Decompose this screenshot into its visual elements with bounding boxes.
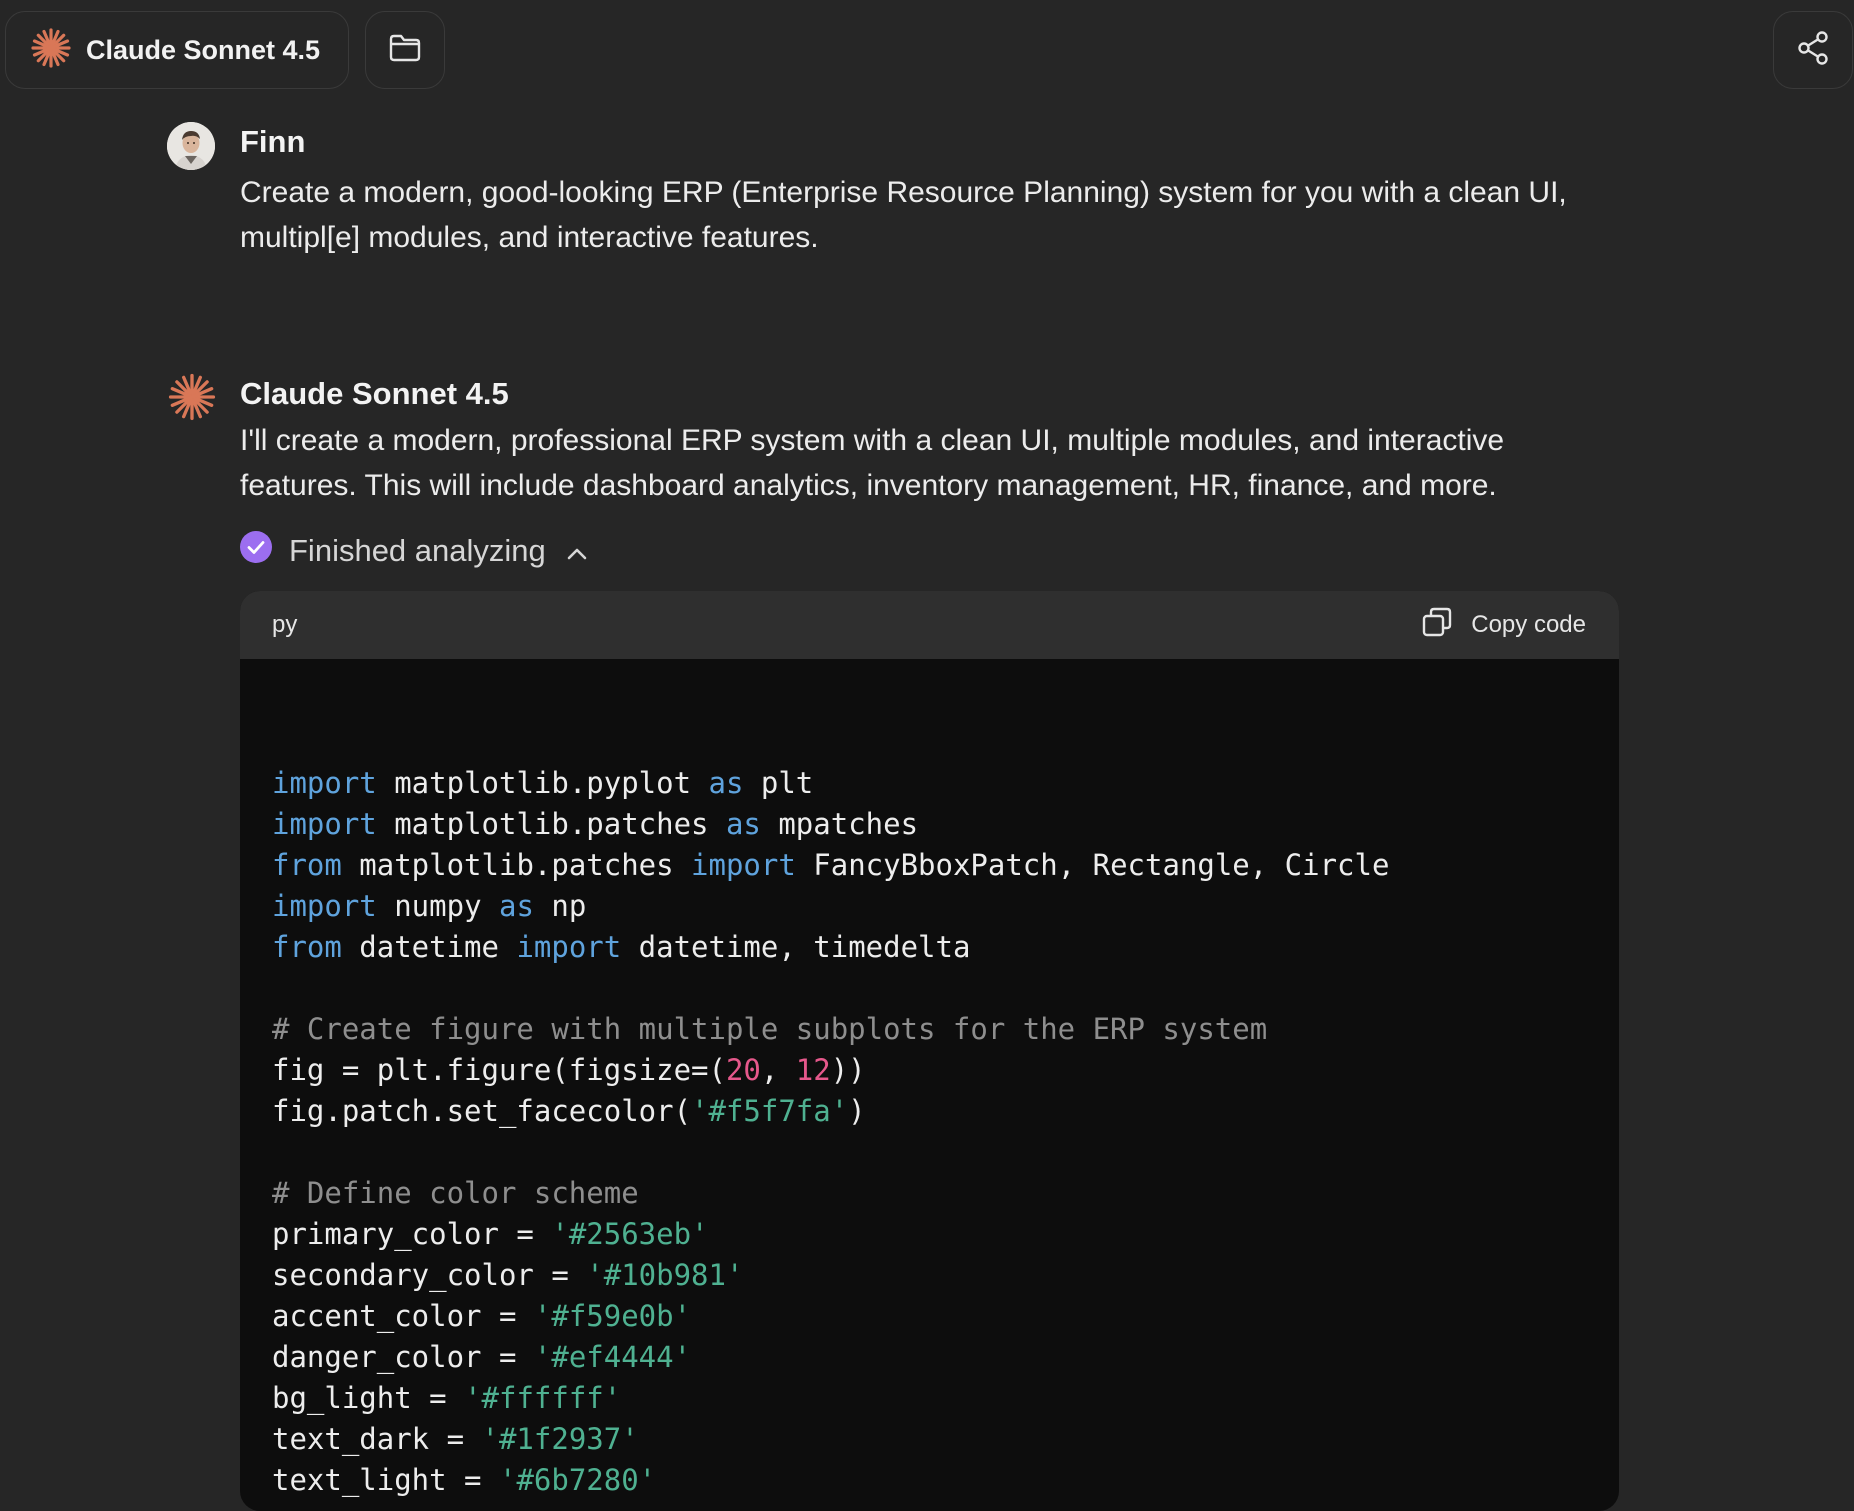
code-token: accent_color = (272, 1299, 534, 1333)
copy-code-label: Copy code (1471, 611, 1586, 638)
code-line: from datetime import datetime, timedelta (272, 927, 1587, 968)
status-label: Finished analyzing (289, 533, 546, 568)
chevron-up-icon (566, 533, 588, 569)
code-token: matplotlib.patches (341, 848, 692, 882)
code-content: import matplotlib.pyplot as plt import ma… (240, 659, 1619, 1501)
code-line: import matplotlib.patches as mpatches (272, 804, 1587, 845)
code-token: matplotlib.patches (376, 807, 726, 841)
code-token: from (272, 848, 342, 882)
model-name: Claude Sonnet 4.5 (86, 34, 321, 65)
code-token: '#6b7280' (498, 1463, 657, 1497)
code-token: mpatches (760, 807, 919, 841)
code-token: secondary_color = (272, 1258, 587, 1292)
user-name: Finn (240, 124, 306, 159)
code-line: fig.patch.set_facecolor('#f5f7fa') (272, 1091, 1587, 1132)
share-button[interactable] (1773, 11, 1853, 89)
code-header: py Copy code (240, 591, 1619, 659)
check-circle-icon (240, 531, 272, 571)
user-message: Finn Create a modern, good-looking ERP (… (167, 122, 1627, 262)
code-line: primary_color = '#2563eb' (272, 1214, 1587, 1255)
code-token: numpy (376, 889, 499, 923)
code-token: '#1f2937' (481, 1422, 639, 1456)
claude-spark-icon (167, 372, 217, 427)
code-token: as (708, 766, 744, 800)
code-token: # Define color scheme (272, 1176, 639, 1210)
code-token: 12 (795, 1053, 831, 1087)
code-language: py (272, 611, 298, 638)
copy-code-button[interactable]: Copy code (1421, 606, 1586, 645)
code-token: '#2563eb' (551, 1217, 709, 1251)
code-token: datetime (341, 930, 517, 964)
code-token: import (272, 766, 377, 800)
code-line: bg_light = '#ffffff' (272, 1378, 1587, 1419)
code-token: as (498, 889, 534, 923)
code-token: text_light = (272, 1463, 499, 1497)
user-message-text: Create a modern, good-looking ERP (Enter… (240, 176, 1567, 254)
code-token: # Create figure with multiple subplots f… (272, 1012, 1268, 1046)
code-token: from (272, 930, 342, 964)
code-token: '#f5f7fa' (691, 1094, 849, 1128)
code-token: ) (848, 1094, 866, 1128)
code-line: from matplotlib.patches import FancyBbox… (272, 845, 1587, 886)
code-token: text_dark = (272, 1422, 482, 1456)
code-block: py Copy code import matplotlib.pyplot as… (240, 591, 1619, 1511)
copy-icon (1421, 606, 1453, 645)
code-line: # Define color scheme (272, 1173, 1587, 1214)
code-token: danger_color = (272, 1340, 534, 1374)
code-token: primary_color = (272, 1217, 552, 1251)
assistant-message-text: I'll create a modern, professional ERP s… (240, 424, 1505, 502)
code-token: fig.patch.set_facecolor( (272, 1094, 692, 1128)
code-token: fig = plt.figure(figsize=( (272, 1053, 726, 1087)
model-selector-button[interactable]: Claude Sonnet 4.5 (5, 11, 349, 89)
user-avatar (167, 122, 215, 170)
folder-icon (388, 33, 422, 68)
code-line: import numpy as np (272, 886, 1587, 927)
code-token: FancyBboxPatch, Rectangle, Circle (795, 848, 1390, 882)
code-token: '#10b981' (586, 1258, 744, 1292)
analysis-status-toggle[interactable]: Finished analyzing (240, 531, 588, 571)
code-line: danger_color = '#ef4444' (272, 1337, 1587, 1378)
assistant-name: Claude Sonnet 4.5 (240, 376, 509, 411)
code-line: text_light = '#6b7280' (272, 1460, 1587, 1501)
code-line: import matplotlib.pyplot as plt (272, 763, 1587, 804)
project-folder-button[interactable] (365, 11, 445, 89)
assistant-message: Claude Sonnet 4.5 I'll create a modern, … (167, 372, 1627, 512)
code-token: 20 (725, 1053, 761, 1087)
claude-spark-icon (30, 27, 72, 74)
code-line: # Create figure with multiple subplots f… (272, 1009, 1587, 1050)
code-token: '#f59e0b' (533, 1299, 692, 1333)
code-token: import (691, 848, 796, 882)
code-token: )) (830, 1053, 866, 1087)
code-token: import (272, 889, 377, 923)
code-token: plt (743, 766, 814, 800)
code-token: datetime, timedelta (621, 930, 971, 964)
code-token: import (516, 930, 622, 964)
code-token: matplotlib.pyplot (376, 766, 709, 800)
code-token: '#ef4444' (533, 1340, 692, 1374)
code-token: as (725, 807, 761, 841)
code-token: import (272, 807, 377, 841)
code-line: accent_color = '#f59e0b' (272, 1296, 1587, 1337)
code-token: np (533, 889, 587, 923)
code-token: '#ffffff' (464, 1381, 622, 1415)
code-token: , (760, 1053, 796, 1087)
code-line: text_dark = '#1f2937' (272, 1419, 1587, 1460)
code-token: bg_light = (272, 1381, 465, 1415)
share-icon (1796, 30, 1830, 71)
code-line: secondary_color = '#10b981' (272, 1255, 1587, 1296)
code-line: fig = plt.figure(figsize=(20, 12)) (272, 1050, 1587, 1091)
